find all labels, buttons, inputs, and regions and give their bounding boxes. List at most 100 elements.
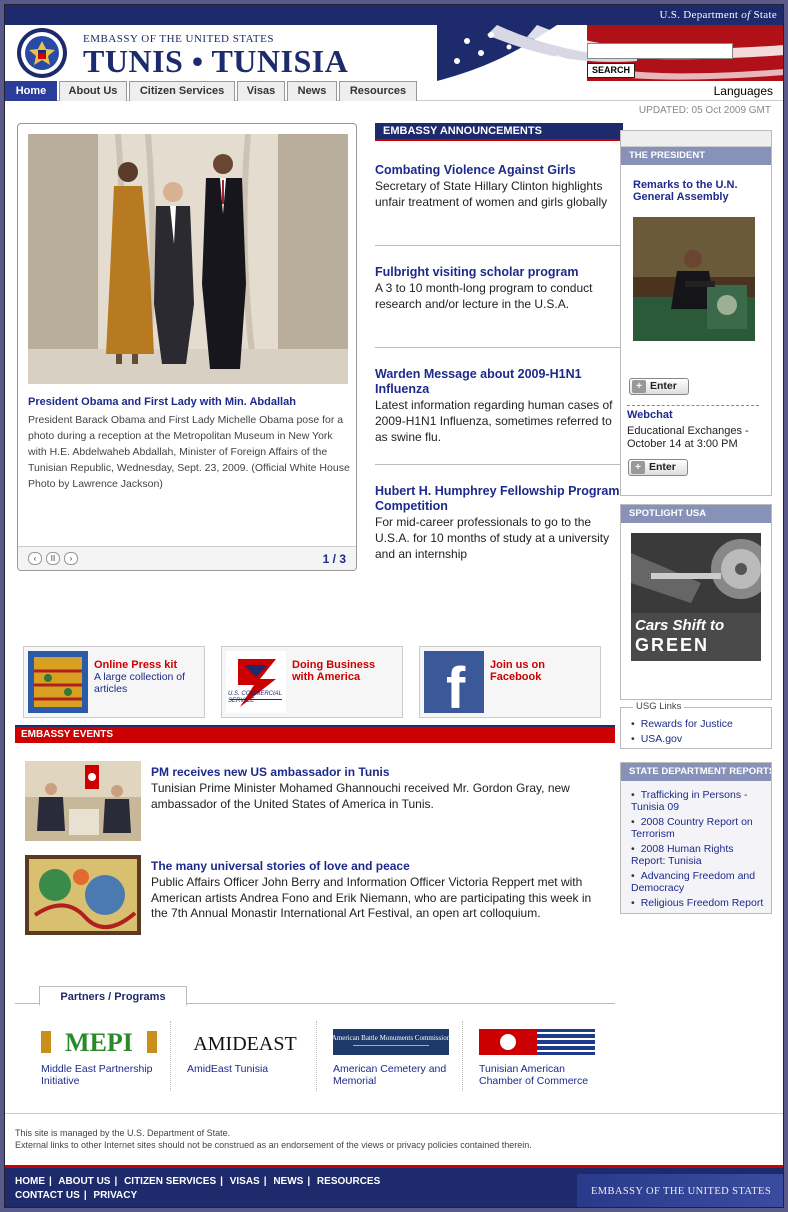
nav-tab-citizen-services[interactable]: Citizen Services bbox=[129, 81, 235, 101]
footer-link-privacy[interactable]: PRIVACY bbox=[93, 1190, 137, 1201]
divider bbox=[627, 405, 759, 406]
partner-name[interactable]: AmidEast Tunisia bbox=[187, 1063, 315, 1075]
abmc-logo: American Battle Monuments Commission bbox=[332, 1029, 451, 1055]
president-video-thumbnail[interactable] bbox=[633, 217, 755, 341]
partner-amideast[interactable]: AMIDEAST AmidEast Tunisia bbox=[171, 1021, 317, 1091]
footer-link-home[interactable]: HOME bbox=[15, 1176, 45, 1187]
announcement-title[interactable]: Hubert H. Humphrey Fellowship Program Co… bbox=[375, 484, 623, 514]
state-reports-header: STATE DEPARTMENT REPORTS bbox=[621, 763, 771, 781]
event-image[interactable] bbox=[25, 761, 141, 841]
promo-doing-business[interactable]: U.S. COMMERCIAL SERVICE Doing Business w… bbox=[221, 646, 403, 718]
tacc-logo bbox=[479, 1029, 595, 1055]
report-link[interactable]: Religious Freedom Report bbox=[631, 897, 769, 909]
commercial-service-logo: U.S. COMMERCIAL SERVICE bbox=[226, 651, 286, 713]
site-header: EMBASSY OF THE UNITED STATES TUNIS • TUN… bbox=[5, 25, 783, 81]
usg-link[interactable]: Rewards for Justice bbox=[631, 718, 733, 730]
report-link[interactable]: 2008 Human Rights Report: Tunisia bbox=[631, 843, 769, 867]
usg-link[interactable]: USA.gov bbox=[631, 733, 682, 745]
footer-link-visas[interactable]: VISAS bbox=[230, 1176, 260, 1187]
event-title[interactable]: PM receives new US ambassador in Tunis bbox=[151, 765, 390, 779]
divider bbox=[375, 347, 621, 348]
footer-link-about-us[interactable]: ABOUT US bbox=[58, 1176, 110, 1187]
promo-press-kit[interactable]: Online Press kit A large collection of a… bbox=[23, 646, 205, 718]
webchat-text: Educational Exchanges - October 14 at 3:… bbox=[627, 425, 749, 450]
nav-tab-resources[interactable]: Resources bbox=[339, 81, 417, 101]
facebook-icon: f bbox=[424, 651, 484, 713]
spotlight-caption-green: GREEN bbox=[635, 635, 710, 655]
embassy-seal-icon[interactable] bbox=[13, 27, 71, 79]
site-title[interactable]: TUNIS • TUNISIA bbox=[83, 43, 348, 80]
footer-link-resources[interactable]: RESOURCES bbox=[317, 1176, 380, 1187]
next-slide-button[interactable]: › bbox=[64, 552, 78, 565]
announcement-title[interactable]: Fulbright visiting scholar program bbox=[375, 265, 623, 280]
svg-text:MEPI: MEPI bbox=[65, 1029, 133, 1055]
photo-slideshow: President Obama and First Lady with Min.… bbox=[17, 123, 357, 571]
event-item: PM receives new US ambassador in Tunis T… bbox=[25, 761, 615, 845]
slide-caption-title[interactable]: President Obama and First Lady with Min.… bbox=[28, 396, 348, 408]
dept-of-state-link[interactable]: U.S. Department of State bbox=[660, 9, 778, 21]
announcement-text: Latest information regarding human cases… bbox=[375, 398, 613, 444]
main-nav: Home About Us Citizen Services Visas New… bbox=[5, 81, 783, 101]
languages-link[interactable]: Languages bbox=[714, 84, 773, 98]
event-title[interactable]: The many universal stories of love and p… bbox=[151, 859, 410, 873]
webchat-enter-button[interactable]: + Enter bbox=[628, 459, 688, 476]
footer-notice: This site is managed by the U.S. Departm… bbox=[15, 1127, 532, 1151]
announcement-item: Hubert H. Humphrey Fellowship Program Co… bbox=[375, 484, 623, 562]
event-text: Tunisian Prime Minister Mohamed Ghannouc… bbox=[151, 781, 570, 811]
spotlight-caption: Cars Shift to bbox=[635, 617, 725, 634]
promo-title[interactable]: Join us on Facebook bbox=[490, 659, 598, 683]
president-remarks-link[interactable]: Remarks to the U.N. General Assembly bbox=[633, 179, 763, 203]
slide-counter: 1 / 3 bbox=[322, 552, 346, 566]
report-link[interactable]: 2008 Country Report on Terrorism bbox=[631, 816, 769, 840]
nav-tab-home[interactable]: Home bbox=[5, 81, 57, 101]
partner-name[interactable]: Middle East Partnership Initiative bbox=[41, 1063, 169, 1087]
promo-facebook[interactable]: f Join us on Facebook bbox=[419, 646, 601, 718]
announcement-text: A 3 to 10 month-long program to conduct … bbox=[375, 281, 593, 311]
footer-link-citizen-services[interactable]: CITIZEN SERVICES bbox=[124, 1176, 216, 1187]
report-link[interactable]: Advancing Freedom and Democracy bbox=[631, 870, 769, 894]
partner-name[interactable]: Tunisian American Chamber of Commerce bbox=[479, 1063, 607, 1087]
spotlight-box: SPOTLIGHT USA Cars Shift to GREEN bbox=[620, 504, 772, 700]
nav-tab-visas[interactable]: Visas bbox=[237, 81, 285, 101]
slide-caption-text: President Barack Obama and First Lady Mi… bbox=[28, 414, 350, 490]
announcement-item: Warden Message about 2009-H1N1 Influenza… bbox=[375, 367, 623, 445]
webchat-title[interactable]: Webchat bbox=[627, 409, 673, 421]
state-reports-box: STATE DEPARTMENT REPORTS Trafficking in … bbox=[620, 762, 772, 914]
event-image[interactable] bbox=[25, 855, 141, 935]
partner-mepi[interactable]: MEPI Middle East Partnership Initiative bbox=[25, 1021, 171, 1091]
event-text: Public Affairs Officer John Berry and In… bbox=[151, 875, 592, 920]
promo-title[interactable]: Online Press kit bbox=[94, 659, 202, 671]
president-header: THE PRESIDENT bbox=[621, 147, 771, 165]
footer-links-row: HOME | ABOUT US | CITIZEN SERVICES | VISAS |… bbox=[15, 1176, 381, 1187]
footer-link-news[interactable]: NEWS bbox=[273, 1176, 303, 1187]
partner-name[interactable]: American Cemetery and Memorial bbox=[333, 1063, 461, 1087]
footer-bar: HOME | ABOUT US | CITIZEN SERVICES | VISAS |… bbox=[5, 1165, 783, 1207]
prev-slide-button[interactable]: ‹ bbox=[28, 552, 42, 565]
report-link[interactable]: Trafficking in Persons - Tunisia 09 bbox=[631, 789, 769, 813]
divider bbox=[375, 464, 621, 465]
president-enter-button[interactable]: + Enter bbox=[629, 378, 689, 395]
usg-links-title: USG Links bbox=[633, 701, 685, 712]
commercial-service-text: U.S. COMMERCIAL SERVICE bbox=[228, 691, 282, 704]
search-button[interactable]: SEARCH bbox=[587, 63, 635, 78]
updated-date: UPDATED: 05 Oct 2009 GMT bbox=[638, 105, 771, 116]
spotlight-header: SPOTLIGHT USA bbox=[621, 505, 771, 523]
slideshow-photo[interactable] bbox=[28, 134, 348, 384]
nav-tab-news[interactable]: News bbox=[287, 81, 337, 101]
partner-abmc[interactable]: American Battle Monuments Commission Ame… bbox=[317, 1021, 463, 1091]
announcement-title[interactable]: Combating Violence Against Girls bbox=[375, 163, 623, 178]
partner-tacc[interactable]: Tunisian American Chamber of Commerce bbox=[463, 1021, 609, 1091]
event-item: The many universal stories of love and p… bbox=[25, 855, 615, 939]
footer-link-contact-us[interactable]: CONTACT US bbox=[15, 1190, 80, 1201]
promo-title[interactable]: Doing Business with America bbox=[292, 659, 400, 683]
press-kit-image bbox=[28, 651, 88, 713]
spotlight-image[interactable]: Cars Shift to GREEN bbox=[631, 533, 761, 661]
promo-desc[interactable]: A large collection of articles bbox=[94, 671, 202, 695]
events-header: EMBASSY EVENTS bbox=[15, 725, 615, 743]
nav-tab-about-us[interactable]: About Us bbox=[59, 81, 127, 101]
footer-links-row: CONTACT US | PRIVACY bbox=[15, 1190, 138, 1201]
footer-embassy-banner: EMBASSY OF THE UNITED STATES bbox=[577, 1174, 783, 1207]
search-input[interactable] bbox=[587, 43, 733, 59]
announcement-title[interactable]: Warden Message about 2009-H1N1 Influenza bbox=[375, 367, 623, 397]
pause-slide-button[interactable]: II bbox=[46, 552, 60, 565]
